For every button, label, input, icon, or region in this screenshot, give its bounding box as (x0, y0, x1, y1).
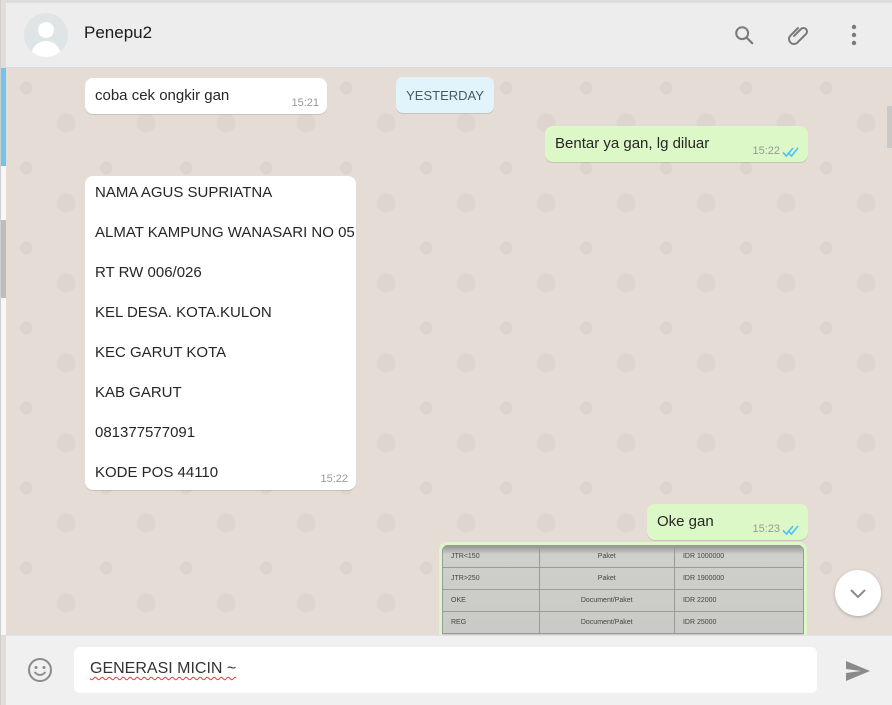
table-cell: IDR 22000 (673, 589, 804, 612)
chevron-down-icon (850, 589, 866, 599)
table-row: JTR<150 Paket IDR 1000000 (442, 545, 804, 568)
shipping-rate-table-image: JTR<150 Paket IDR 1000000 JTR>250 Paket … (442, 545, 804, 634)
message-bubble-outgoing[interactable]: Oke gan 15:23 (647, 504, 808, 540)
message-pane[interactable]: coba cek ongkir gan 15:21 YESTERDAY Bent… (6, 68, 892, 635)
send-icon[interactable] (843, 656, 873, 686)
emoji-icon[interactable] (26, 656, 54, 684)
attach-icon[interactable] (785, 21, 813, 49)
avatar-body-shape (31, 41, 61, 57)
address-line: 081377577091 (95, 424, 196, 441)
message-time: 15:21 (291, 97, 319, 109)
table-row: REG Document/Paket IDR 25000 (442, 611, 804, 634)
address-line: KEL DESA. KOTA.KULON (95, 304, 272, 321)
table-cell: Paket (538, 567, 675, 590)
scroll-to-bottom-button[interactable] (835, 570, 881, 616)
whatsapp-web-window: Penepu2 coba cek ongkir gan 15:21 YESTER… (0, 0, 892, 705)
composer-bar: GENERASI MICIN ~ (6, 635, 892, 705)
table-row: OKE Document/Paket IDR 22000 (442, 589, 804, 612)
table-cell: JTR<150 (442, 545, 540, 568)
table-cell: IDR 1000000 (673, 545, 804, 568)
message-text: Bentar ya gan, lg diluar (555, 135, 710, 152)
table-cell: IDR 1900000 (673, 567, 804, 590)
read-receipt-icon (782, 147, 799, 158)
table-row: JTR>250 Paket IDR 1900000 (442, 567, 804, 590)
table-cell: JTR>250 (442, 567, 540, 590)
message-pane-scrollbar[interactable] (887, 106, 892, 148)
message-text: Oke gan (657, 513, 714, 530)
address-line: KAB GARUT (95, 384, 182, 401)
address-line: NAMA AGUS SUPRIATNA (95, 184, 273, 201)
table-cell: OKE (442, 589, 540, 612)
table-cell: IDR 25000 (673, 611, 804, 634)
image-thumbnail[interactable]: JTR<150 Paket IDR 1000000 JTR>250 Paket … (442, 545, 804, 635)
table-cell: REG (442, 611, 540, 634)
address-line: RT RW 006/026 (95, 264, 202, 281)
menu-icon[interactable] (840, 21, 868, 49)
message-text: coba cek ongkir gan (95, 87, 230, 104)
table-cell: Document/Paket (538, 589, 675, 612)
table-cell: Paket (538, 545, 675, 568)
address-line: KEC GARUT KOTA (95, 344, 227, 361)
address-line: ALMAT KAMPUNG WANASARI NO 05 (95, 224, 355, 241)
address-line: KODE POS 44110 (95, 464, 219, 481)
search-icon[interactable] (730, 21, 758, 49)
avatar-head-shape (38, 22, 54, 38)
message-bubble-outgoing[interactable]: Bentar ya gan, lg diluar 15:22 (545, 126, 808, 162)
table-cell: Document/Paket (538, 611, 675, 634)
message-bubble-incoming[interactable]: coba cek ongkir gan 15:21 (85, 78, 327, 114)
message-time: 15:23 (752, 523, 780, 535)
image-message[interactable]: JTR<150 Paket IDR 1000000 JTR>250 Paket … (439, 542, 807, 635)
message-bubble-incoming-address[interactable]: NAMA AGUS SUPRIATNA ALMAT KAMPUNG WANASA… (85, 176, 356, 490)
date-separator: YESTERDAY (396, 77, 494, 113)
read-receipt-icon (782, 525, 799, 536)
message-time: 15:22 (320, 473, 348, 485)
message-time: 15:22 (752, 145, 780, 157)
chat-header: Penepu2 (6, 0, 892, 68)
message-input-value: GENERASI MICIN ~ (90, 660, 237, 677)
contact-name[interactable]: Penepu2 (84, 23, 152, 43)
contact-avatar[interactable] (24, 13, 68, 57)
